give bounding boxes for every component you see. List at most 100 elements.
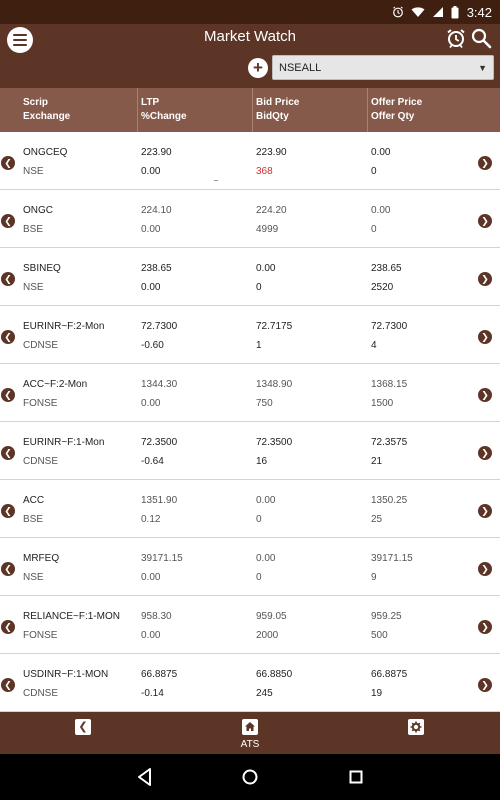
chevron-right-icon[interactable]: ❯ xyxy=(478,446,492,460)
bid-price-value: 0.00 xyxy=(256,263,276,274)
chevron-right-icon[interactable]: ❯ xyxy=(478,562,492,576)
col-change-label: %Change xyxy=(141,111,187,122)
chevron-right-icon[interactable]: ❯ xyxy=(478,620,492,634)
chevron-left-icon[interactable]: ❮ xyxy=(1,620,15,634)
bid-price-value: 223.90 xyxy=(256,147,287,158)
offer-price-value: 39171.15 xyxy=(371,553,413,564)
circle-home-icon[interactable] xyxy=(238,766,262,788)
bid-qty-value: 0 xyxy=(256,514,262,525)
ltp-value: 224.10 xyxy=(141,205,172,216)
app-header: Market Watch + NSEALL ▼ xyxy=(0,24,500,88)
chevron-left-icon[interactable]: ❮ xyxy=(1,678,15,692)
scrip-name: ACC xyxy=(23,495,45,506)
menu-icon[interactable] xyxy=(7,27,33,53)
watchlist-select[interactable]: NSEALL ▼ xyxy=(272,55,494,80)
back-icon[interactable] xyxy=(133,766,157,788)
chevron-left-icon[interactable]: ❮ xyxy=(1,272,15,286)
offer-qty-value: 500 xyxy=(371,630,388,641)
offer-price-value: 72.3575 xyxy=(371,437,408,448)
table-row[interactable]: ❮ ONGC BSE 224.10 0.00 224.20 4999 0.00 … xyxy=(0,190,500,248)
ltp-value: 1351.90 xyxy=(141,495,178,506)
alarm-icon[interactable] xyxy=(445,27,467,49)
chevron-left-icon[interactable]: ❮ xyxy=(1,562,15,576)
chevron-right-icon[interactable]: ❯ xyxy=(478,330,492,344)
offer-qty-value: 9 xyxy=(371,572,377,583)
table-row[interactable]: ❮ MRFEQ NSE 39171.15 0.00 0.00 0 39171.1… xyxy=(0,538,500,596)
col-exchange-label: Exchange xyxy=(23,111,71,122)
col-offer-qty-label: Offer Qty xyxy=(371,111,415,122)
status-bar: 3:42 xyxy=(0,0,500,24)
exchange-name: CDNSE xyxy=(23,340,59,351)
table-row[interactable]: ❮ ACC BSE 1351.90 0.12 0.00 0 1350.25 25… xyxy=(0,480,500,538)
bid-price-value: 66.8850 xyxy=(256,669,293,680)
chevron-right-icon[interactable]: ❯ xyxy=(478,156,492,170)
scrip-name: RELIANCE~F:1-MON xyxy=(23,611,120,622)
col-ltp-header: LTP %Change xyxy=(141,96,187,124)
bid-price-value: 1348.90 xyxy=(256,379,293,390)
status-time: 3:42 xyxy=(466,4,492,20)
offer-qty-value: 1500 xyxy=(371,398,394,409)
add-icon[interactable]: + xyxy=(248,58,268,78)
change-value: -0.14 xyxy=(141,688,164,699)
exchange-name: NSE xyxy=(23,166,44,177)
back-arrow-icon[interactable]: ❮ xyxy=(75,719,91,735)
bid-qty-value: 1 xyxy=(256,340,262,351)
bid-qty-value: 16 xyxy=(256,456,268,467)
bottom-toolbar: ❮ ATS xyxy=(0,712,500,754)
chevron-left-icon[interactable]: ❮ xyxy=(1,388,15,402)
exchange-name: CDNSE xyxy=(23,456,59,467)
exchange-name: NSE xyxy=(23,572,44,583)
table-row[interactable]: ❮ EURINR~F:2-Mon CDNSE 72.7300 -0.60 72.… xyxy=(0,306,500,364)
change-value: -0.64 xyxy=(141,456,164,467)
offer-price-value: 72.7300 xyxy=(371,321,408,332)
chevron-left-icon[interactable]: ❮ xyxy=(1,214,15,228)
battery-icon xyxy=(451,5,459,19)
offer-qty-value: 21 xyxy=(371,456,383,467)
table-header: Scrip Exchange LTP %Change Bid Price Bid… xyxy=(0,88,500,132)
scrip-name: SBINEQ xyxy=(23,263,61,274)
table-row[interactable]: ❮ USDINR~F:1-MON CDNSE 66.8875 -0.14 66.… xyxy=(0,654,500,712)
chevron-right-icon[interactable]: ❯ xyxy=(478,272,492,286)
bid-price-value: 72.3500 xyxy=(256,437,293,448)
chevron-left-icon[interactable]: ❮ xyxy=(1,330,15,344)
offer-qty-value: 0 xyxy=(371,224,377,235)
chevron-right-icon[interactable]: ❯ xyxy=(478,388,492,402)
table-row[interactable]: ❮ ONGCEQ NSE 223.90 0.00 223.90 368 0.00… xyxy=(0,132,500,190)
market-watch-list: ❮ ONGCEQ NSE 223.90 0.00 223.90 368 0.00… xyxy=(0,132,500,712)
table-row[interactable]: ❮ RELIANCE~F:1-MON FONSE 958.30 0.00 959… xyxy=(0,596,500,654)
chevron-left-icon[interactable]: ❮ xyxy=(1,156,15,170)
search-icon[interactable] xyxy=(470,27,492,49)
chevron-right-icon[interactable]: ❯ xyxy=(478,214,492,228)
col-scrip-header: Scrip Exchange xyxy=(23,96,70,124)
chevron-right-icon[interactable]: ❯ xyxy=(478,678,492,692)
ltp-value: 39171.15 xyxy=(141,553,183,564)
bid-price-value: 72.7175 xyxy=(256,321,293,332)
chevron-right-icon[interactable]: ❯ xyxy=(478,504,492,518)
ltp-value: 66.8875 xyxy=(141,669,178,680)
ltp-value: 1344.30 xyxy=(141,379,178,390)
bid-qty-value: 0 xyxy=(256,572,262,583)
col-bid-header: Bid Price BidQty xyxy=(256,96,299,124)
offer-price-value: 0.00 xyxy=(371,205,391,216)
chevron-left-icon[interactable]: ❮ xyxy=(1,446,15,460)
bid-price-value: 0.00 xyxy=(256,553,276,564)
offer-price-value: 959.25 xyxy=(371,611,402,622)
home-label[interactable]: ATS xyxy=(225,739,275,750)
scrip-name: EURINR~F:2-Mon xyxy=(23,321,105,332)
bid-price-value: 224.20 xyxy=(256,205,287,216)
table-row[interactable]: ❮ EURINR~F:1-Mon CDNSE 72.3500 -0.64 72.… xyxy=(0,422,500,480)
alarm-status-icon xyxy=(392,6,404,18)
settings-icon[interactable] xyxy=(408,719,424,735)
chevron-left-icon[interactable]: ❮ xyxy=(1,504,15,518)
table-row[interactable]: ❮ ACC~F:2-Mon FONSE 1344.30 0.00 1348.90… xyxy=(0,364,500,422)
home-icon[interactable] xyxy=(242,719,258,735)
col-bid-price-label: Bid Price xyxy=(256,97,300,108)
offer-qty-value: 0 xyxy=(371,166,377,177)
exchange-name: NSE xyxy=(23,282,44,293)
scrip-name: EURINR~F:1-Mon xyxy=(23,437,105,448)
table-row[interactable]: ❮ SBINEQ NSE 238.65 0.00 0.00 0 238.65 2… xyxy=(0,248,500,306)
square-recents-icon[interactable] xyxy=(344,766,368,788)
bid-price-value: 0.00 xyxy=(256,495,276,506)
bid-qty-value: 750 xyxy=(256,398,273,409)
offer-price-value: 1350.25 xyxy=(371,495,408,506)
